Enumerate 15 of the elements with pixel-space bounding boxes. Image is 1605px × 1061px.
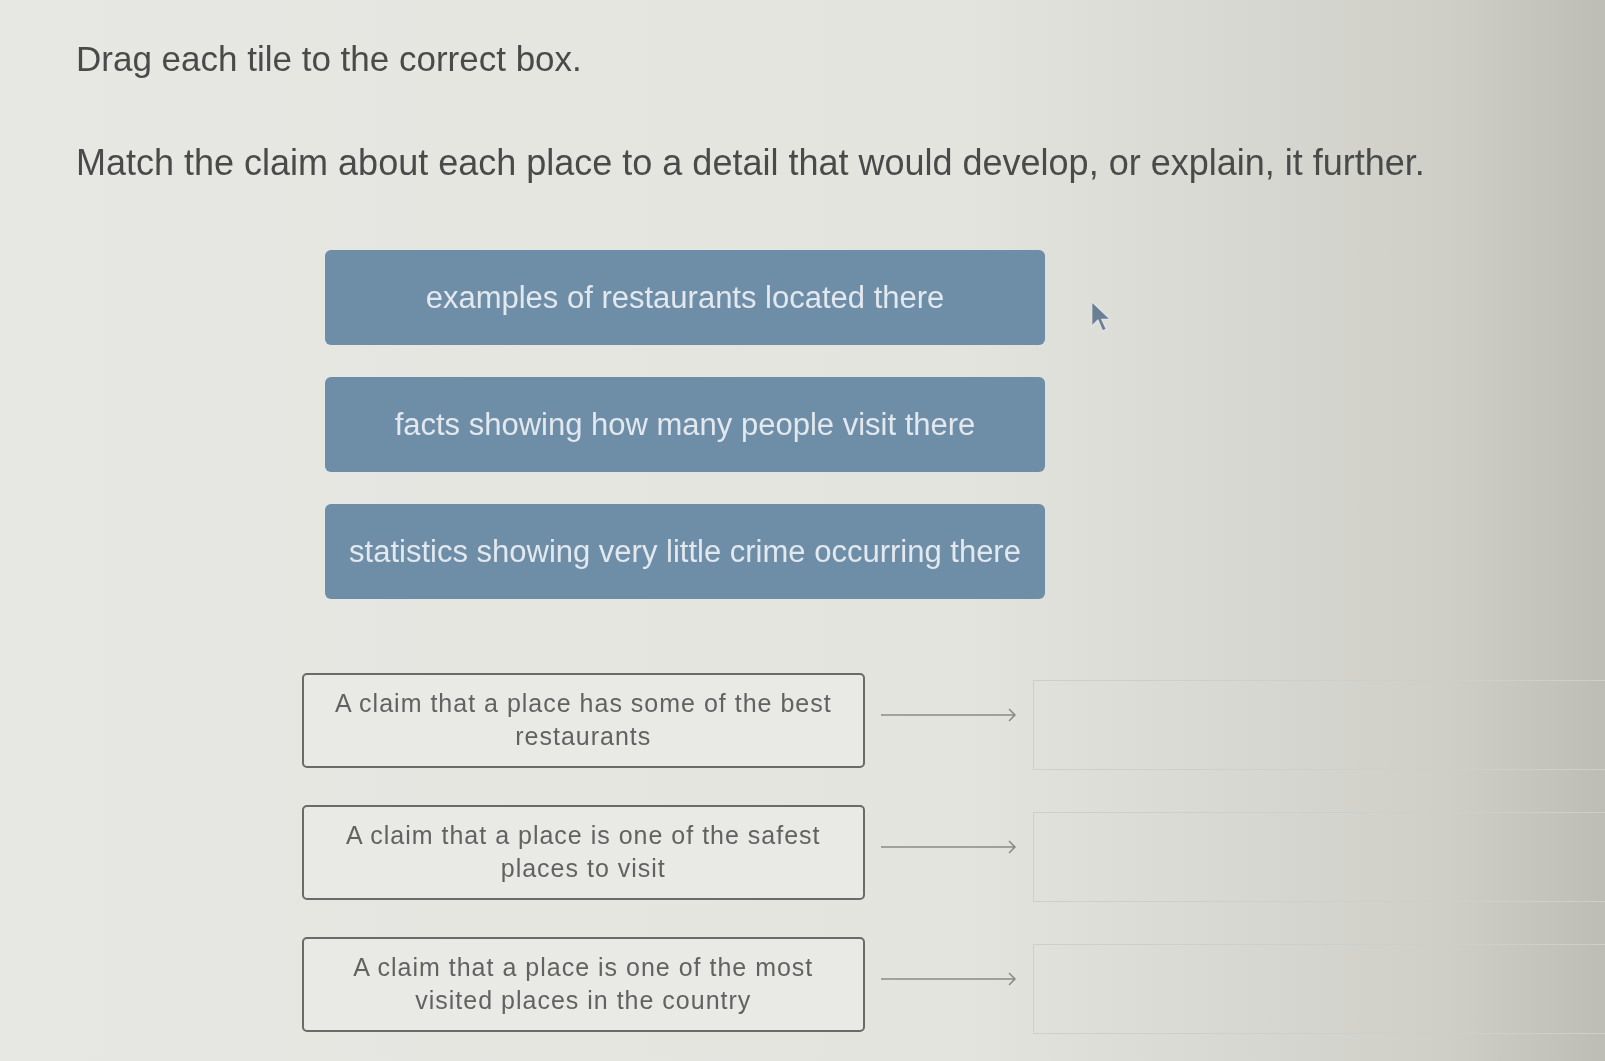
mouse-pointer-icon — [1090, 300, 1112, 334]
answer-box[interactable] — [1033, 680, 1605, 770]
question-text: Match the claim about each place to a detail that would develop, or explain, it further. — [76, 142, 1425, 184]
claim-card: A claim that a place has some of the best restaurants — [302, 672, 865, 768]
answer-tile[interactable]: facts showing how many people visit there — [325, 377, 1045, 472]
instructions-text: Drag each tile to the correct box. — [76, 38, 582, 80]
arrow-icon — [879, 971, 1018, 987]
claim-card: A claim that a place is one of the safest places to visit — [302, 804, 865, 900]
claim-card: A claim that a place is one of the most visited places in the country — [302, 936, 865, 1032]
answer-tile[interactable]: statistics showing very little crime occurring there — [325, 504, 1045, 599]
answer-box[interactable] — [1033, 812, 1605, 902]
arrow-icon — [879, 839, 1018, 855]
arrow-icon — [879, 707, 1018, 723]
answer-box[interactable] — [1033, 944, 1605, 1034]
answer-tile[interactable]: examples of restaurants located there — [325, 250, 1045, 345]
